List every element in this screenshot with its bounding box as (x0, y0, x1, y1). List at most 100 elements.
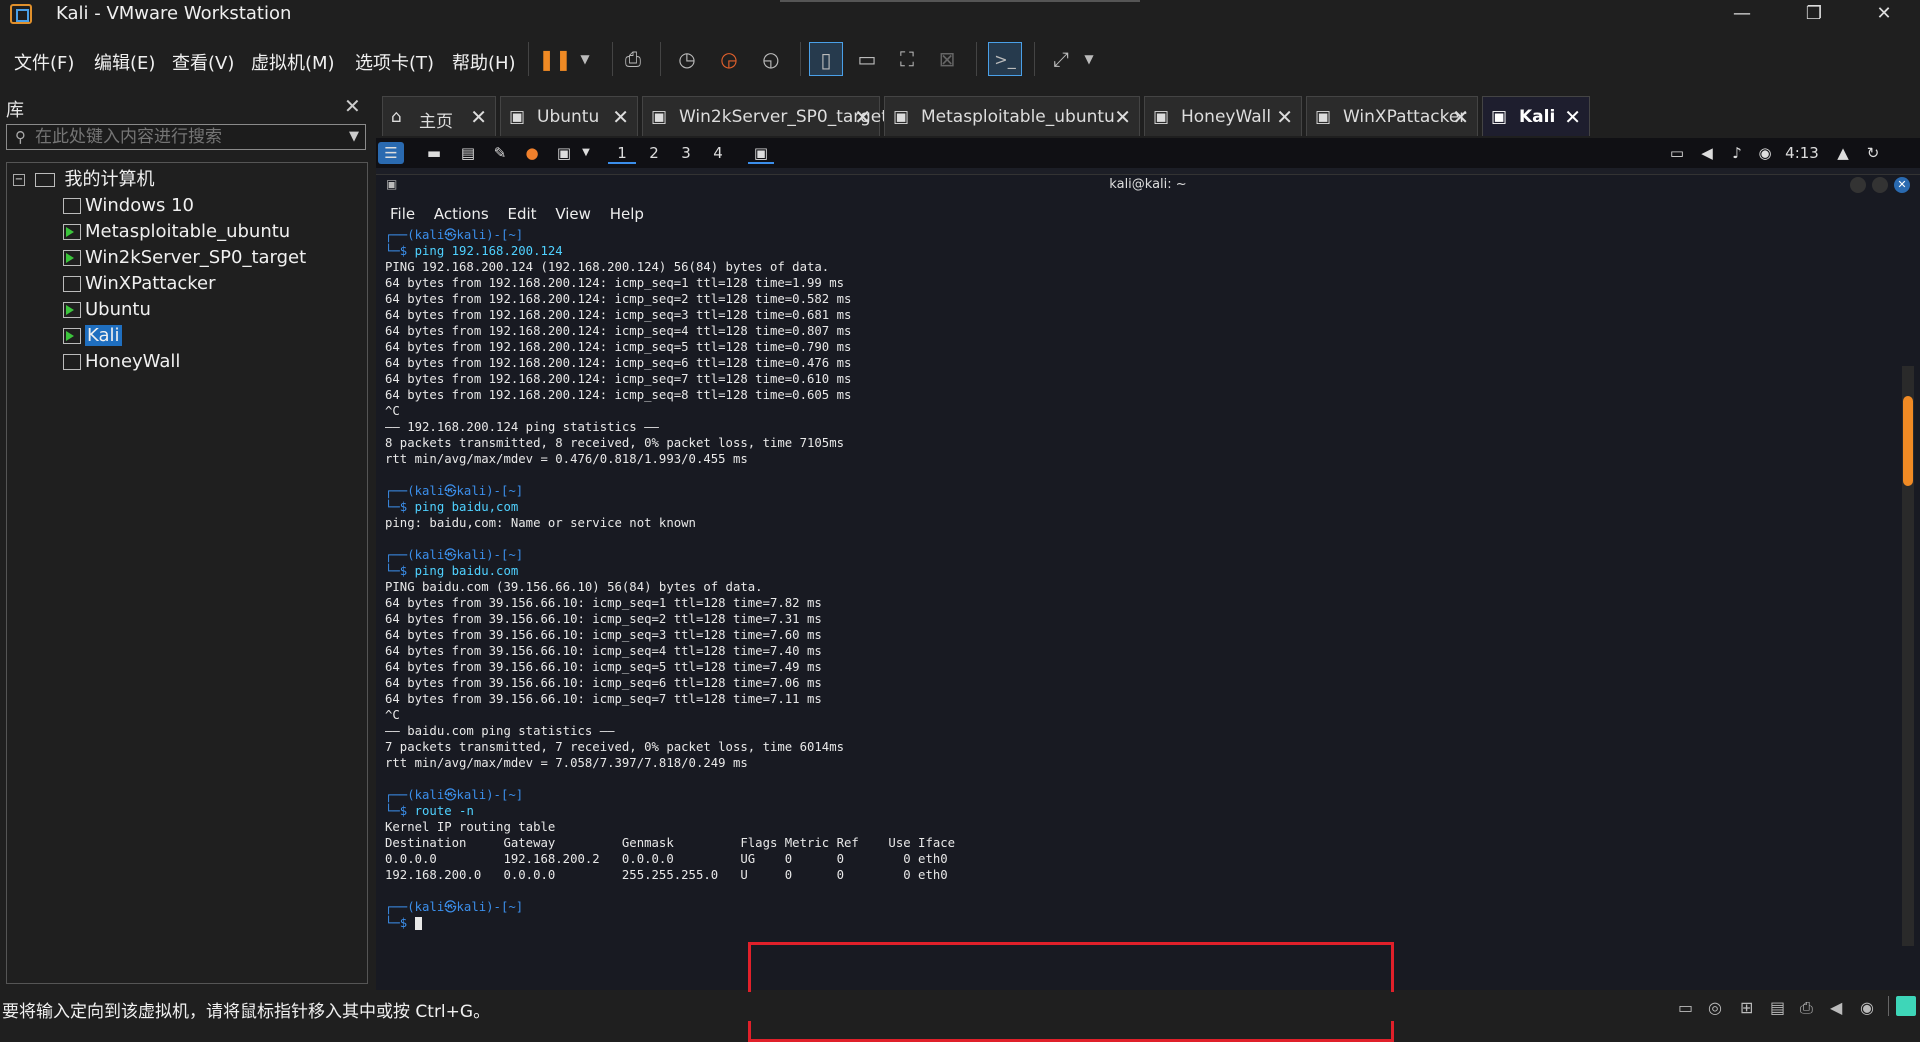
terminal-icon[interactable]: ▣ (552, 142, 576, 164)
terminal-scrollbar[interactable] (1902, 366, 1914, 946)
command-line: └─$ ping baidu,com (385, 499, 955, 515)
search-input[interactable] (35, 126, 335, 148)
menu-view[interactable]: 查看(V) (172, 49, 234, 75)
menu-help[interactable]: 帮助(H) (452, 49, 516, 75)
active-window-icon[interactable]: ▣ (748, 142, 774, 164)
tree-item[interactable]: Ubuntu (7, 297, 367, 323)
tab-item[interactable]: ▣ WinXPattacker ✕ (1306, 96, 1478, 136)
send-keys-icon[interactable]: ⎙ (616, 42, 650, 76)
console-view-icon[interactable]: >_ (988, 42, 1022, 76)
tree-item[interactable]: Windows 10 (7, 193, 367, 219)
vm-running-icon (63, 224, 81, 240)
message-log-icon[interactable] (1896, 996, 1916, 1016)
tab-item[interactable]: ▣ Kali ✕ (1482, 96, 1590, 136)
hdd-icon[interactable]: ▭ (1678, 998, 1693, 1017)
refresh-icon[interactable]: ↻ (1862, 142, 1884, 164)
close-tab-icon[interactable]: ✕ (470, 105, 487, 129)
file-manager-icon[interactable]: ▤ (456, 142, 480, 164)
thumbnail-bar-icon[interactable]: ▭ (850, 42, 884, 76)
clock[interactable]: 4:13 (1782, 142, 1822, 164)
notification-icon[interactable]: ♪ (1726, 142, 1748, 164)
tree-item[interactable]: HoneyWall (7, 349, 367, 375)
fullscreen-icon[interactable]: ⛶ (890, 42, 924, 76)
unity-icon[interactable]: ⊠ (930, 42, 964, 76)
terminal-output[interactable]: ┌──(kali㉿kali)-[~] └─$ ping 192.168.200.1… (385, 227, 955, 931)
close-tab-icon[interactable]: ✕ (1452, 105, 1469, 129)
display-icon[interactable]: ▭ (1666, 142, 1688, 164)
terminal-title: kali@kali: ~ (1109, 177, 1187, 192)
output-line: 64 bytes from 39.156.66.10: icmp_seq=1 t… (385, 596, 822, 610)
workspace-button[interactable]: 3 (672, 142, 700, 164)
terminal-window[interactable]: ▣ kali@kali: ~ ✕ File Actions Edit View … (376, 174, 1920, 990)
volume-icon[interactable]: ◀ (1696, 142, 1718, 164)
close-tab-icon[interactable]: ✕ (1564, 105, 1581, 129)
revert-snapshot-icon[interactable]: ◶ (712, 42, 746, 76)
lock-icon[interactable]: ▲ (1832, 142, 1854, 164)
network-icon[interactable]: ⊞ (1740, 998, 1753, 1017)
tree-root[interactable]: − 我的计算机 (7, 167, 367, 193)
chevron-down-icon[interactable]: ▼ (568, 42, 602, 76)
tab-item[interactable]: ▣ Win2kServer_SP0_target ✕ (642, 96, 888, 136)
tree-item[interactable]: WinXPattacker (7, 271, 367, 297)
tab-label: 主页 (419, 112, 453, 132)
output-line: PING baidu.com (39.156.66.10) 56(84) byt… (385, 580, 763, 594)
output-line: 64 bytes from 192.168.200.124: icmp_seq=… (385, 276, 845, 290)
close-terminal-icon[interactable]: ✕ (1894, 177, 1910, 193)
cd-icon[interactable]: ◎ (1708, 998, 1722, 1017)
chevron-down-icon[interactable]: ▼ (580, 142, 592, 164)
close-tab-icon[interactable]: ✕ (612, 105, 629, 129)
scrollbar-thumb[interactable] (1903, 396, 1913, 486)
terminal-menu-file[interactable]: File (390, 205, 415, 223)
tree-item[interactable]: Win2kServer_SP0_target (7, 245, 367, 271)
close-tab-icon[interactable]: ✕ (854, 105, 871, 129)
close-tab-icon[interactable]: ✕ (1276, 105, 1293, 129)
power-icon[interactable]: ◉ (1754, 142, 1776, 164)
kali-menu-icon[interactable]: ☰ (378, 142, 404, 164)
tab-item[interactable]: ▣ Metasploitable_ubuntu ✕ (884, 96, 1140, 136)
prompt-line: ┌──(kali㉿kali)-[~] (385, 788, 524, 802)
show-library-icon[interactable]: ▯ (809, 42, 843, 76)
close-library-icon[interactable]: ✕ (344, 94, 361, 118)
tree-item[interactable]: Kali (7, 323, 367, 349)
sound-icon[interactable]: ◀ (1830, 998, 1842, 1017)
menu-tabs[interactable]: 选项卡(T) (355, 49, 434, 75)
workspace-button[interactable]: 4 (704, 142, 732, 164)
text-cursor (414, 917, 422, 930)
terminal-menu-edit[interactable]: Edit (507, 205, 536, 223)
snapshot-manager-icon[interactable]: ◵ (754, 42, 788, 76)
workspace-button[interactable]: 2 (640, 142, 668, 164)
close-tab-icon[interactable]: ✕ (1114, 105, 1131, 129)
workspace-button[interactable]: 1 (608, 142, 636, 164)
vm-icon (63, 354, 81, 370)
terminal-menu-help[interactable]: Help (610, 205, 644, 223)
menu-edit[interactable]: 编辑(E) (94, 49, 155, 75)
desktop-icon[interactable]: ▬ (422, 142, 446, 164)
maximize-button[interactable]: ❐ (1796, 2, 1832, 26)
menu-file[interactable]: 文件(F) (14, 49, 74, 75)
vm-console[interactable]: ☰ ▬ ▤ ✎ ● ▣ ▼ 1234 ▣ ▭ ◀ ♪ ◉ 4:13 ▲ ↻ ▣ … (376, 138, 1920, 1042)
tree-item[interactable]: Metasploitable_ubuntu (7, 219, 367, 245)
snapshot-icon[interactable]: ◷ (670, 42, 704, 76)
menu-vm[interactable]: 虚拟机(M) (251, 49, 335, 75)
collapse-icon[interactable]: − (13, 174, 25, 186)
tab-item[interactable]: ▣ Ubuntu ✕ (500, 96, 638, 136)
maximize-terminal-icon[interactable] (1872, 177, 1888, 193)
minimize-button[interactable]: — (1724, 2, 1760, 26)
display-icon[interactable]: ◉ (1860, 998, 1874, 1017)
terminal-menu-actions[interactable]: Actions (434, 205, 489, 223)
pause-icon[interactable]: ❚❚ (538, 42, 572, 76)
search-icon: ⚲ (15, 128, 26, 146)
chevron-down-icon[interactable]: ▼ (349, 129, 359, 144)
text-editor-icon[interactable]: ✎ (488, 142, 512, 164)
vm-tab-icon: ▣ (509, 107, 526, 127)
minimize-terminal-icon[interactable] (1850, 177, 1866, 193)
printer-icon[interactable]: ⎙ (1800, 998, 1813, 1018)
tab-item[interactable]: ⌂ 主页 ✕ (382, 96, 496, 136)
terminal-menu-view[interactable]: View (555, 205, 591, 223)
chevron-down-icon[interactable]: ▼ (1072, 42, 1106, 76)
library-search[interactable]: ⚲ ▼ (6, 124, 366, 150)
tab-item[interactable]: ▣ HoneyWall ✕ (1144, 96, 1302, 136)
usb-icon[interactable]: ▤ (1770, 998, 1785, 1017)
close-button[interactable]: ✕ (1866, 2, 1902, 26)
firefox-icon[interactable]: ● (520, 142, 544, 164)
